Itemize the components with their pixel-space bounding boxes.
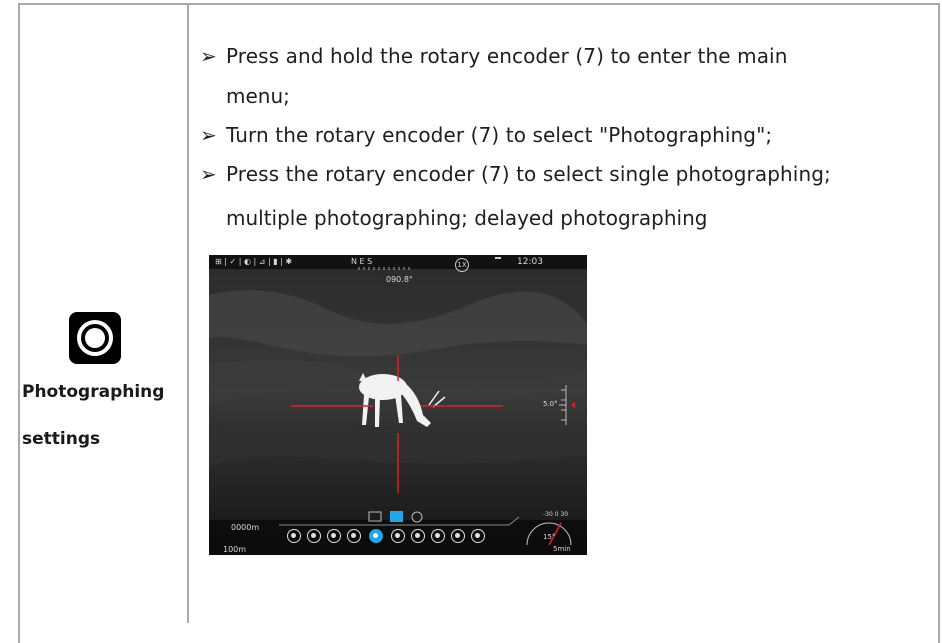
reticle-menu-icon[interactable] [411,529,425,543]
instruction-item: ➢ Press the rotary encoder (7) to select … [200,162,831,186]
microphone-menu-icon[interactable] [327,529,341,543]
hud-status-icons: ⊞ | ✓ | ◐ | ⊿ | ▮ | ✱ [215,257,293,266]
column-divider [187,3,189,623]
photographing-menu-icon[interactable] [369,529,383,543]
compass-label: N E S [351,257,373,266]
bullet-arrow-icon: ➢ [200,123,217,147]
battery-indicator [495,257,501,259]
thermal-scene [209,255,587,555]
video-menu-icon[interactable] [391,529,405,543]
bullet-arrow-icon: ➢ [200,44,217,68]
gallery-menu-icon[interactable] [451,529,465,543]
instruction-item: ➢ Press and hold the rotary encoder (7) t… [200,44,788,68]
wifi-menu-icon[interactable] [287,529,301,543]
instruction-text: Press the rotary encoder (7) to select s… [226,162,831,186]
instruction-text: Turn the rotary encoder (7) to select "P… [226,123,773,147]
thermal-screen-image: ⊞ | ✓ | ◐ | ⊿ | ▮ | ✱ N E S 090.8° 1X 12… [209,255,587,555]
instruction-continuation: menu; [226,84,290,108]
tilt-readout: 5.0° [543,400,558,408]
setting-title-line2: settings [22,429,101,449]
timer-readout: 5min [553,545,571,553]
bullet-arrow-icon: ➢ [200,162,217,186]
clock-readout: 12:03 [517,257,543,267]
angle-readout: 15° [543,533,556,541]
distance-readout: 100m [223,545,247,554]
night-mode-menu-icon[interactable] [347,529,361,543]
instruction-item: ➢ Turn the rotary encoder (7) to select "… [200,123,772,147]
camera-icon [69,312,121,364]
instruction-continuation: multiple photographing; delayed photogra… [226,206,708,230]
angle-scale: -30 0 30 [543,511,569,518]
instruction-text: Press and hold the rotary encoder (7) to… [226,44,788,68]
camera-lens-center [85,328,105,348]
zoom-indicator: 1X [455,258,469,272]
zeroing-menu-icon[interactable] [431,529,445,543]
range-readout: 0000m [231,523,260,532]
heading-readout: 090.8° [386,275,413,284]
setting-title-line1: Photographing [22,382,165,402]
settings-menu-icon[interactable] [471,529,485,543]
compass-menu-icon[interactable] [307,529,321,543]
